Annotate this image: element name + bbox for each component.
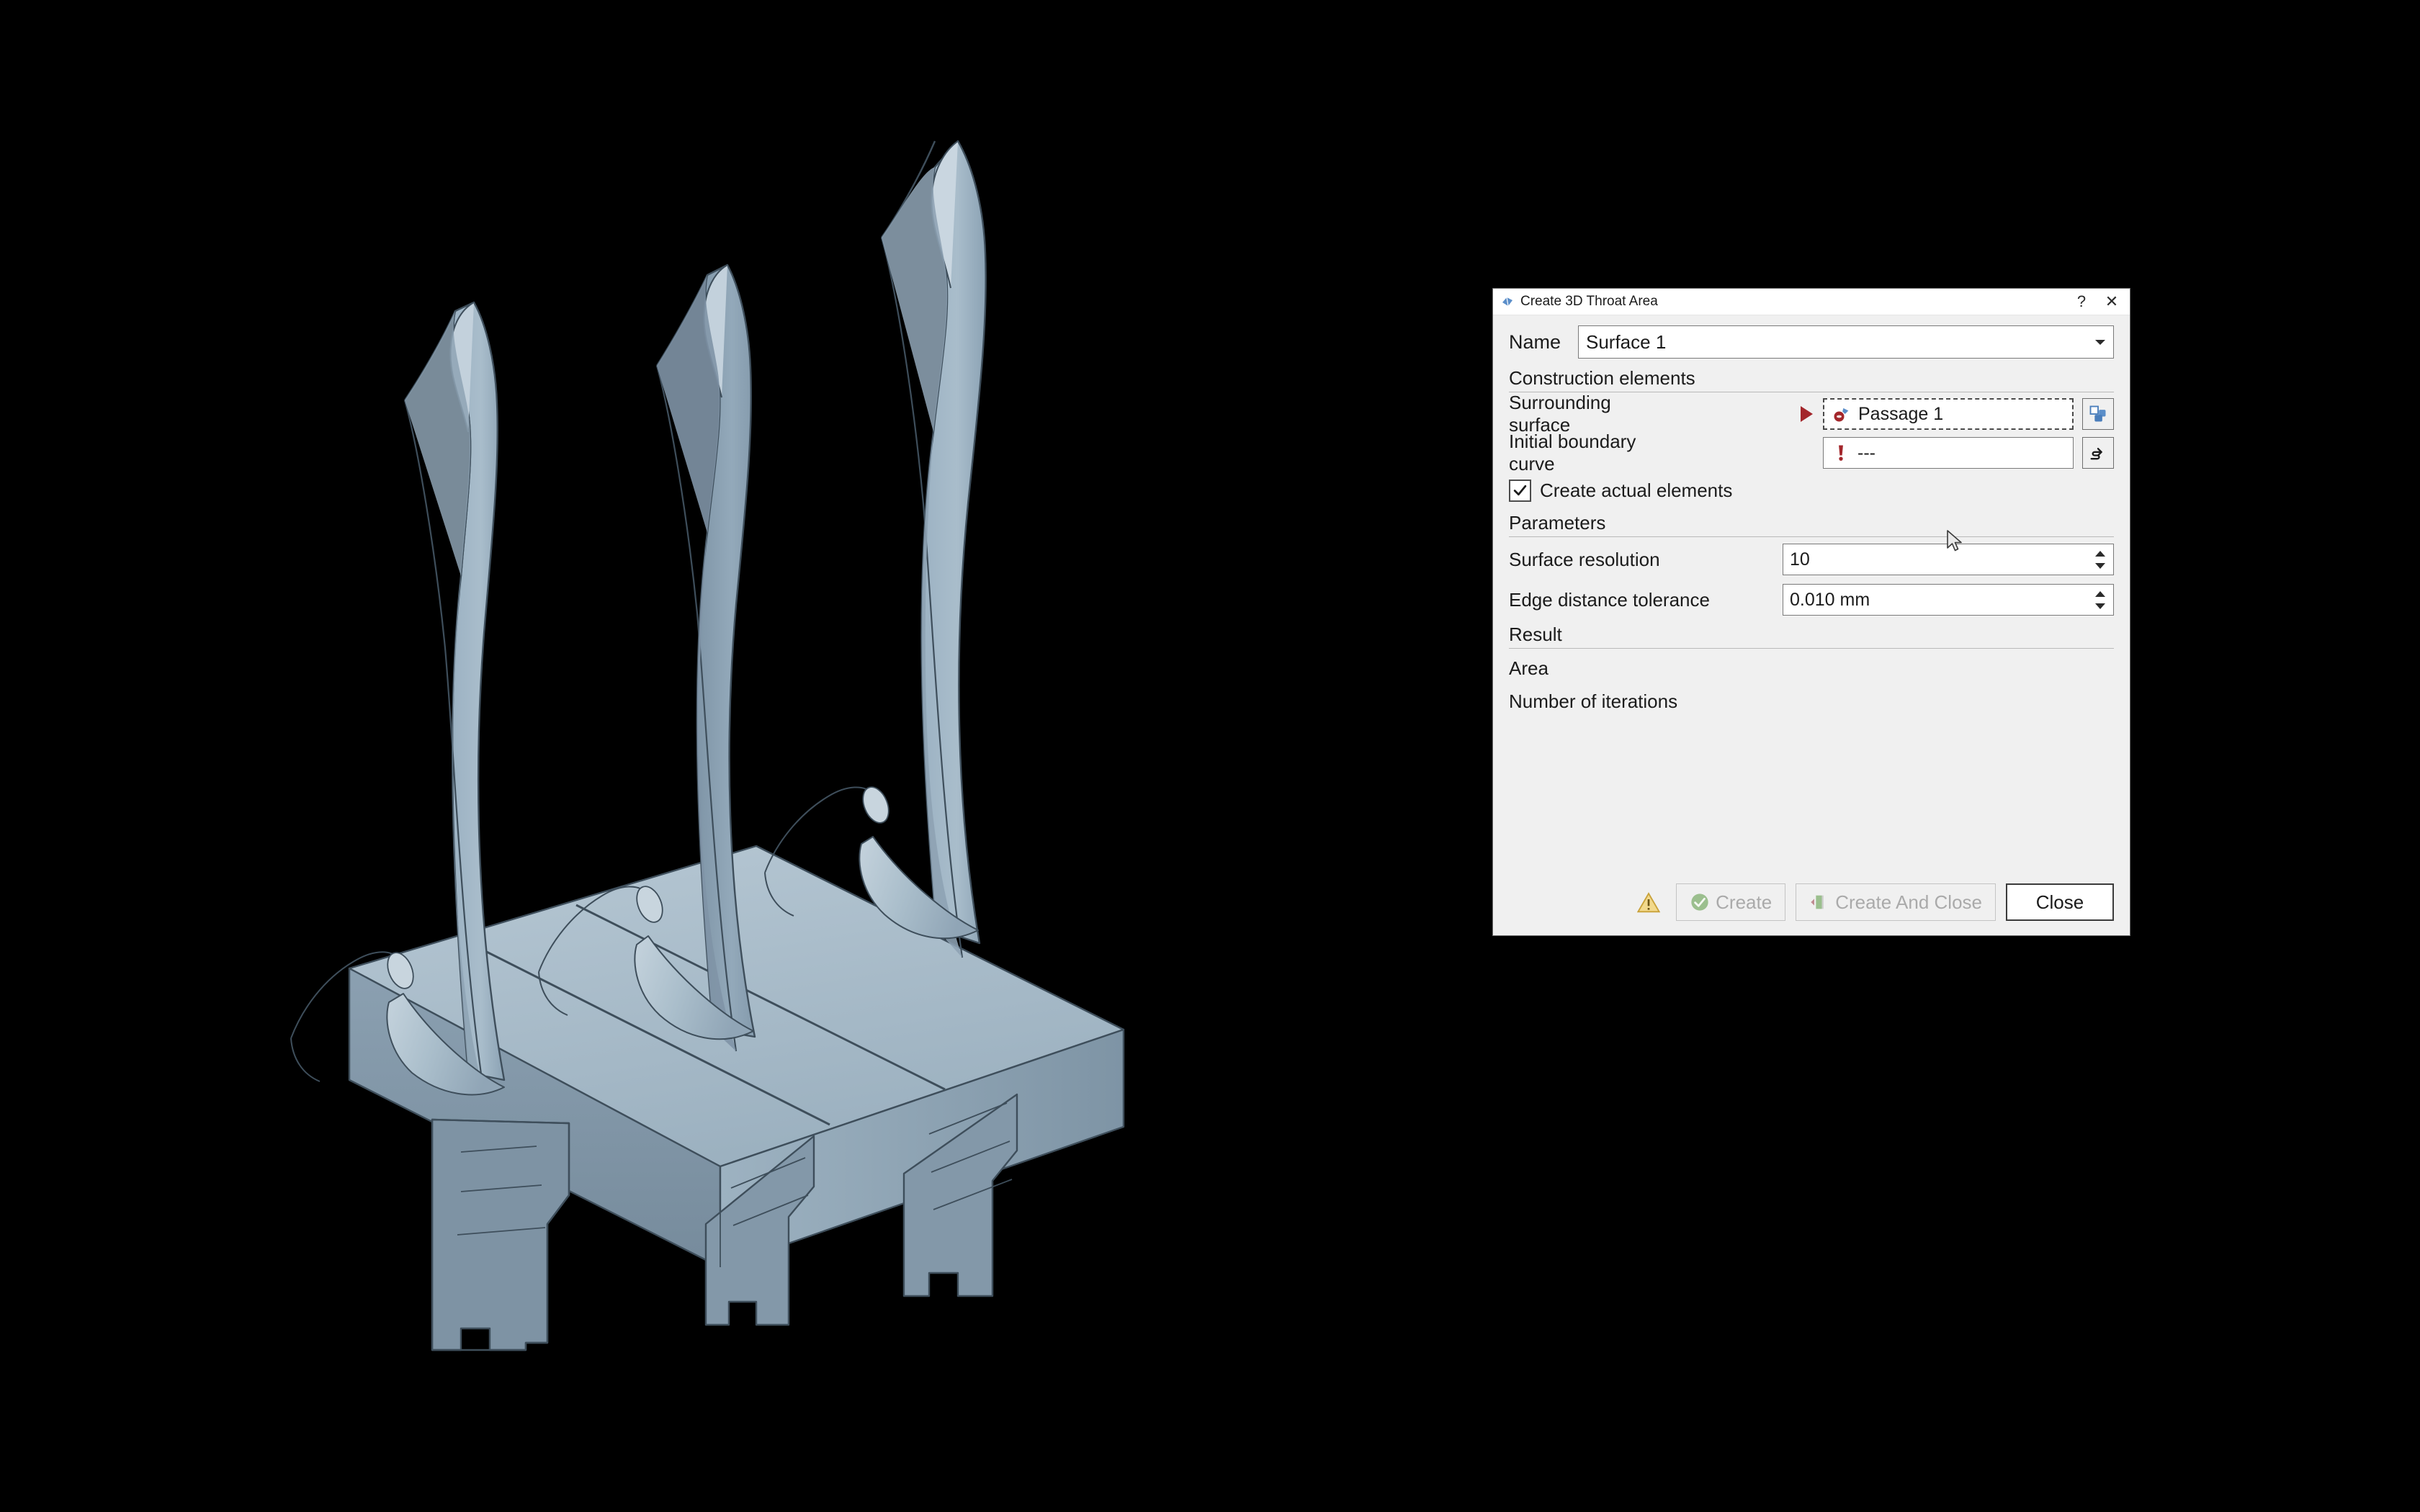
edge-distance-tolerance-input[interactable]: 0.010 mm — [1783, 584, 2114, 616]
edge-distance-tolerance-row: Edge distance tolerance 0.010 mm — [1509, 580, 2114, 619]
spinner-arrows — [2093, 544, 2107, 575]
dialog-footer: Create Create And Close Close — [1493, 883, 2130, 935]
surrounding-surface-row: Surrounding surface Passage 1 — [1509, 392, 2114, 436]
initial-boundary-curve-value: --- — [1857, 442, 1876, 463]
create-actual-elements-label: Create actual elements — [1540, 479, 1733, 501]
spinner-down-icon[interactable] — [2095, 603, 2105, 609]
passage-icon — [1834, 408, 1849, 422]
surface-resolution-label: Surface resolution — [1509, 548, 1660, 570]
parameters-title: Parameters — [1509, 512, 1606, 534]
spinner-down-icon[interactable] — [2095, 562, 2105, 569]
name-label: Name — [1509, 330, 1561, 353]
edge-distance-tolerance-label: Edge distance tolerance — [1509, 588, 1710, 611]
name-value: Surface 1 — [1586, 330, 1667, 353]
help-button[interactable]: ? — [2066, 289, 2097, 314]
select-surface-icon[interactable] — [2082, 398, 2114, 430]
spinner-up-icon[interactable] — [2095, 550, 2105, 557]
number-of-iterations-label: Number of iterations — [1509, 690, 1678, 712]
checkmark-icon — [1513, 485, 1527, 495]
section-divider — [1509, 536, 2114, 537]
red-arrow-marker — [1801, 406, 1813, 422]
construction-elements-section: Construction elements — [1509, 367, 2114, 392]
create-actual-elements-checkbox[interactable] — [1509, 479, 1531, 502]
spinner-arrows — [2093, 585, 2107, 615]
area-label: Area — [1509, 657, 1549, 679]
surface-resolution-input[interactable]: 10 — [1783, 544, 2114, 575]
throat-area-icon — [1502, 297, 1512, 307]
surrounding-surface-combo[interactable]: Passage 1 — [1823, 398, 2074, 430]
close-icon[interactable]: ✕ — [2097, 289, 2127, 314]
surrounding-surface-value: Passage 1 — [1858, 403, 1944, 424]
create-and-close-button-label: Create And Close — [1835, 891, 1982, 913]
number-of-iterations-row: Number of iterations — [1509, 685, 2114, 718]
area-row: Area — [1509, 652, 2114, 685]
spinner-up-icon[interactable] — [2095, 590, 2105, 597]
warning-triangle-icon — [1637, 892, 1661, 913]
green-check-icon — [1691, 894, 1708, 911]
dialog-content: Name Surface 1 Construction elements Sur… — [1493, 315, 2130, 883]
dialog-title: Create 3D Throat Area — [1520, 294, 1658, 309]
create-button[interactable]: Create — [1676, 883, 1786, 921]
section-divider — [1509, 648, 2114, 649]
result-title: Result — [1509, 624, 1562, 645]
create-close-icon — [1811, 895, 1824, 909]
surface-resolution-value: 10 — [1790, 549, 1810, 570]
surrounding-surface-label: Surrounding surface — [1509, 392, 1611, 436]
surface-resolution-row: Surface resolution 10 — [1509, 540, 2114, 579]
red-exclamation-icon — [1839, 445, 1843, 461]
create-and-close-button[interactable]: Create And Close — [1796, 883, 1996, 921]
initial-boundary-curve-row: Initial boundary curve --- — [1509, 431, 2114, 474]
parameters-section: Parameters — [1509, 512, 2114, 537]
initial-boundary-curve-label: Initial boundary curve — [1509, 431, 1636, 474]
close-button[interactable]: Close — [2006, 883, 2114, 921]
dialog-titlebar[interactable]: Create 3D Throat Area ? ✕ — [1493, 289, 2130, 315]
create-3d-throat-area-dialog[interactable]: Create 3D Throat Area ? ✕ Name Surface 1… — [1492, 288, 2130, 936]
name-row: Name Surface 1 — [1509, 325, 2114, 359]
close-button-label: Close — [2035, 891, 2084, 913]
name-combo[interactable]: Surface 1 — [1578, 325, 2114, 359]
initial-boundary-curve-combo[interactable]: --- — [1823, 437, 2074, 469]
construction-elements-title: Construction elements — [1509, 367, 1695, 389]
select-curve-icon[interactable] — [2082, 437, 2114, 469]
create-button-label: Create — [1716, 891, 1773, 913]
edge-distance-tolerance-value: 0.010 mm — [1790, 589, 1870, 610]
create-actual-elements-row[interactable]: Create actual elements — [1509, 473, 2114, 508]
result-section: Result — [1509, 624, 2114, 649]
chevron-down-icon[interactable] — [2095, 340, 2105, 345]
